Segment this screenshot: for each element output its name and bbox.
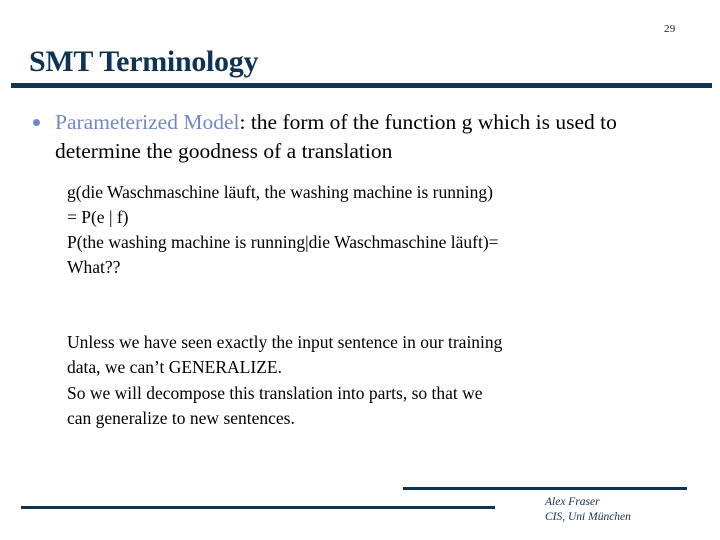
title-divider bbox=[11, 83, 712, 88]
slide-canvas: { "slide": { "page_number": "29", "title… bbox=[0, 0, 720, 540]
equation-line-2: = P(e | f) bbox=[67, 207, 129, 227]
bullet-keyword: Parameterized Model bbox=[55, 110, 240, 134]
equation-line-3: P(the washing machine is running|die Was… bbox=[67, 232, 499, 252]
bullet-dot-icon bbox=[33, 119, 40, 126]
paragraph-line: can generalize to new sentences. bbox=[67, 408, 295, 428]
footer-affiliation: CIS, Uni München bbox=[545, 511, 631, 523]
paragraph-line: Unless we have seen exactly the input se… bbox=[67, 332, 503, 352]
paragraph-decompose: So we will decompose this translation in… bbox=[0, 381, 720, 431]
page-number: 29 bbox=[664, 23, 676, 35]
paragraph-line: data, we can’t GENERALIZE. bbox=[67, 357, 282, 377]
footer-divider-left bbox=[21, 506, 495, 509]
paragraph-line: So we will decompose this translation in… bbox=[67, 383, 483, 403]
equation-line-4: What?? bbox=[67, 257, 121, 277]
slide-body: Parameterized Model: the form of the fun… bbox=[0, 108, 720, 431]
footer-divider-right bbox=[403, 487, 687, 490]
page-title: SMT Terminology bbox=[29, 45, 259, 78]
bullet-item: Parameterized Model: the form of the fun… bbox=[0, 108, 720, 166]
equation-line-1: g(die Waschmaschine läuft, the washing m… bbox=[67, 182, 493, 202]
footer-author: Alex Fraser bbox=[545, 496, 600, 508]
footer-credit: Alex Fraser CIS, Uni München bbox=[545, 495, 631, 525]
paragraph-generalize: Unless we have seen exactly the input se… bbox=[0, 330, 720, 380]
equation-block: g(die Waschmaschine läuft, the washing m… bbox=[0, 180, 720, 280]
